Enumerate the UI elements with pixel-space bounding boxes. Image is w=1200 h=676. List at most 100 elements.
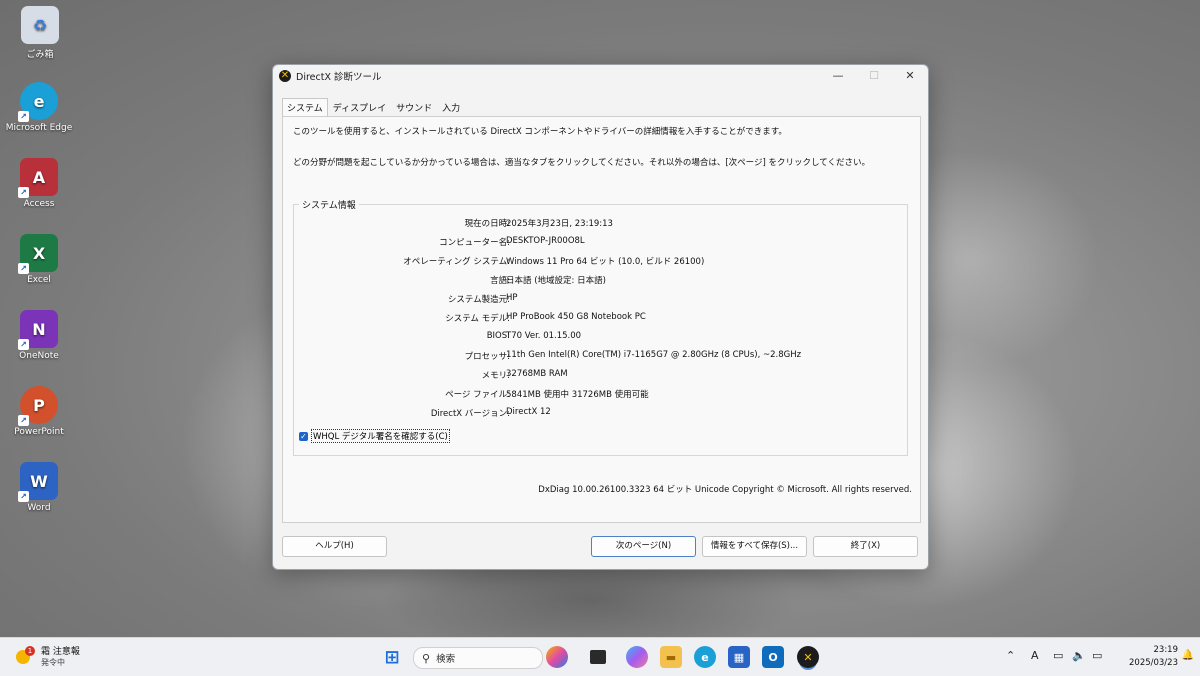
info-value: Windows 11 Pro 64 ビット (10.0, ビルド 26100) [506,257,705,267]
weather-widget[interactable]: 1 霜 注意報 発令中 [16,644,80,668]
powerpoint-icon: P ↗ [18,386,58,426]
version-copyright-text: DxDiag 10.00.26100.3323 64 ビット Unicode C… [538,485,912,495]
desktop-icon-label: PowerPoint [14,427,64,437]
intro-text: このツールを使用すると、インストールされている DirectX コンポーネントや… [293,127,787,137]
info-label: システム モデル: [445,314,510,324]
group-title: システム情報 [299,198,359,211]
desktop-icon-excel[interactable]: X ↗ Excel [1,234,77,285]
alert-badge: 1 [25,646,35,656]
edge-icon: e ↗ [18,82,58,122]
info-row-os: オペレーティング システム: Windows 11 Pro 64 ビット (10… [294,255,907,269]
dxdiag-taskbar-icon[interactable]: ✕ [797,646,819,668]
info-label: コンピューター名: [439,238,510,248]
info-value: HP ProBook 450 G8 Notebook PC [506,312,646,322]
maximize-button[interactable]: ☐ [856,65,892,87]
search-icon: ⚲ [422,651,431,665]
tab-system[interactable]: システム [282,98,328,117]
tab-input[interactable]: 入力 [437,98,465,117]
minimize-button[interactable]: — [820,65,856,87]
info-value: 11th Gen Intel(R) Core(TM) i7-1165G7 @ 2… [506,350,802,360]
info-row-manufacturer: システム製造元: HP [294,293,907,307]
taskbar: 1 霜 注意報 発令中 ⊞ ⚲ 検索 ▬ e ▦ O ✕ ⌃ A ▭ 🔈 ▭ 2… [0,637,1200,676]
task-view-icon[interactable] [590,650,606,664]
desktop-icon-label: ごみ箱 [26,50,54,60]
desktop-icon-edge[interactable]: e ↗ Microsoft Edge [1,82,77,133]
taskbar-search[interactable]: ⚲ 検索 [413,647,543,669]
info-value: 32768MB RAM [506,369,568,379]
desktop-icon-label: Access [23,199,55,209]
tab-strip: システム ディスプレイ サウンド 入力 [282,98,465,117]
recycle-bin-icon: ♻ [21,6,59,44]
ime-indicator[interactable]: A [1031,649,1039,662]
desktop-icon-onenote[interactable]: N ↗ OneNote [1,310,77,361]
desktop-icon-recycle-bin[interactable]: ♻ ごみ箱 [2,6,78,60]
search-placeholder: 検索 [436,654,456,665]
copilot-icon[interactable] [626,646,648,668]
close-button[interactable]: ✕ [892,65,928,87]
tab-sound[interactable]: サウンド [391,98,437,117]
battery-icon[interactable]: ▭ [1092,649,1102,662]
whql-checkbox[interactable]: ✓ WHQL デジタル署名を確認する(C) [299,429,450,443]
next-page-button[interactable]: 次のページ(N) [591,536,696,557]
notification-bell-icon[interactable]: 🔔 [1182,650,1194,661]
file-explorer-icon[interactable]: ▬ [660,646,682,668]
shortcut-arrow-icon: ↗ [18,415,29,426]
desktop-icon-label: Word [27,503,51,513]
store-icon[interactable]: ▦ [728,646,750,668]
info-value: DirectX 12 [506,407,551,417]
network-icon[interactable]: ▭ [1053,649,1063,662]
excel-icon: X ↗ [18,234,58,274]
desktop-icon-access[interactable]: A ↗ Access [1,158,77,209]
info-row-computer-name: コンピューター名: DESKTOP-JR00O8L [294,236,907,250]
info-label: プロセッサ: [464,352,510,362]
dxdiag-window: ✕ DirectX 診断ツール — ☐ ✕ システム ディスプレイ サウンド 入… [272,64,929,570]
show-hidden-icons-chevron-icon[interactable]: ⌃ [1006,649,1015,662]
info-value: DESKTOP-JR00O8L [506,236,585,246]
desktop-icon-label: Excel [27,275,51,285]
directx-app-icon: ✕ [279,70,291,82]
shortcut-arrow-icon: ↗ [18,187,29,198]
shortcut-arrow-icon: ↗ [18,491,29,502]
desktop-icon-label: OneNote [19,351,59,361]
help-button[interactable]: ヘルプ(H) [282,536,387,557]
info-row-processor: プロセッサ: 11th Gen Intel(R) Core(TM) i7-116… [294,350,907,364]
info-label: DirectX バージョン: [430,409,510,419]
word-icon: W ↗ [18,462,58,502]
widgets-icon[interactable] [546,646,568,668]
shortcut-arrow-icon: ↗ [18,111,29,122]
weather-icon: 1 [16,646,36,666]
tab-display[interactable]: ディスプレイ [328,98,391,117]
info-row-datetime: 現在の日時: 2025年3月23日, 23:19:13 [294,217,907,231]
desktop-icon-powerpoint[interactable]: P ↗ PowerPoint [1,386,77,437]
exit-button[interactable]: 終了(X) [813,536,918,557]
desktop-icon-label: Microsoft Edge [5,123,73,133]
shortcut-arrow-icon: ↗ [18,263,29,274]
outlook-icon[interactable]: O [762,646,784,668]
info-label: 現在の日時: [464,219,510,229]
info-row-directx-version: DirectX バージョン: DirectX 12 [294,407,907,421]
info-value: 日本語 (地域設定: 日本語) [506,276,606,286]
title-bar[interactable]: ✕ DirectX 診断ツール — ☐ ✕ [273,65,928,87]
whql-checkbox-label: WHQL デジタル署名を確認する(C) [311,429,450,443]
info-row-model: システム モデル: HP ProBook 450 G8 Notebook PC [294,312,907,326]
info-label: システム製造元: [447,295,510,305]
volume-icon[interactable]: 🔈 [1072,649,1086,662]
desktop-icon-word[interactable]: W ↗ Word [1,462,77,513]
system-tab-panel: このツールを使用すると、インストールされている DirectX コンポーネントや… [282,116,921,523]
info-label: ページ ファイル: [445,390,510,400]
checkmark-icon: ✓ [299,431,308,441]
info-value: 2025年3月23日, 23:19:13 [506,219,613,229]
window-title: DirectX 診断ツール [296,72,382,83]
system-info-group: システム情報 現在の日時: 2025年3月23日, 23:19:13 コンピュー… [293,198,908,456]
save-all-info-button[interactable]: 情報をすべて保存(S)... [702,536,807,557]
info-row-language: 言語: 日本語 (地域設定: 日本語) [294,274,907,288]
start-button[interactable]: ⊞ [381,646,403,668]
edge-taskbar-icon[interactable]: e [694,646,716,668]
info-label: オペレーティング システム: [403,257,510,267]
clock[interactable]: 23:19 2025/03/23 [1129,644,1178,670]
shortcut-arrow-icon: ↗ [18,339,29,350]
info-row-page-file: ページ ファイル: 5841MB 使用中 31726MB 使用可能 [294,388,907,402]
info-row-memory: メモリ: 32768MB RAM [294,369,907,383]
info-value: HP [506,293,518,303]
intro-hint-text: どの分野が問題を起こしているか分かっている場合は、適当なタブをクリックしてくださ… [293,158,870,168]
